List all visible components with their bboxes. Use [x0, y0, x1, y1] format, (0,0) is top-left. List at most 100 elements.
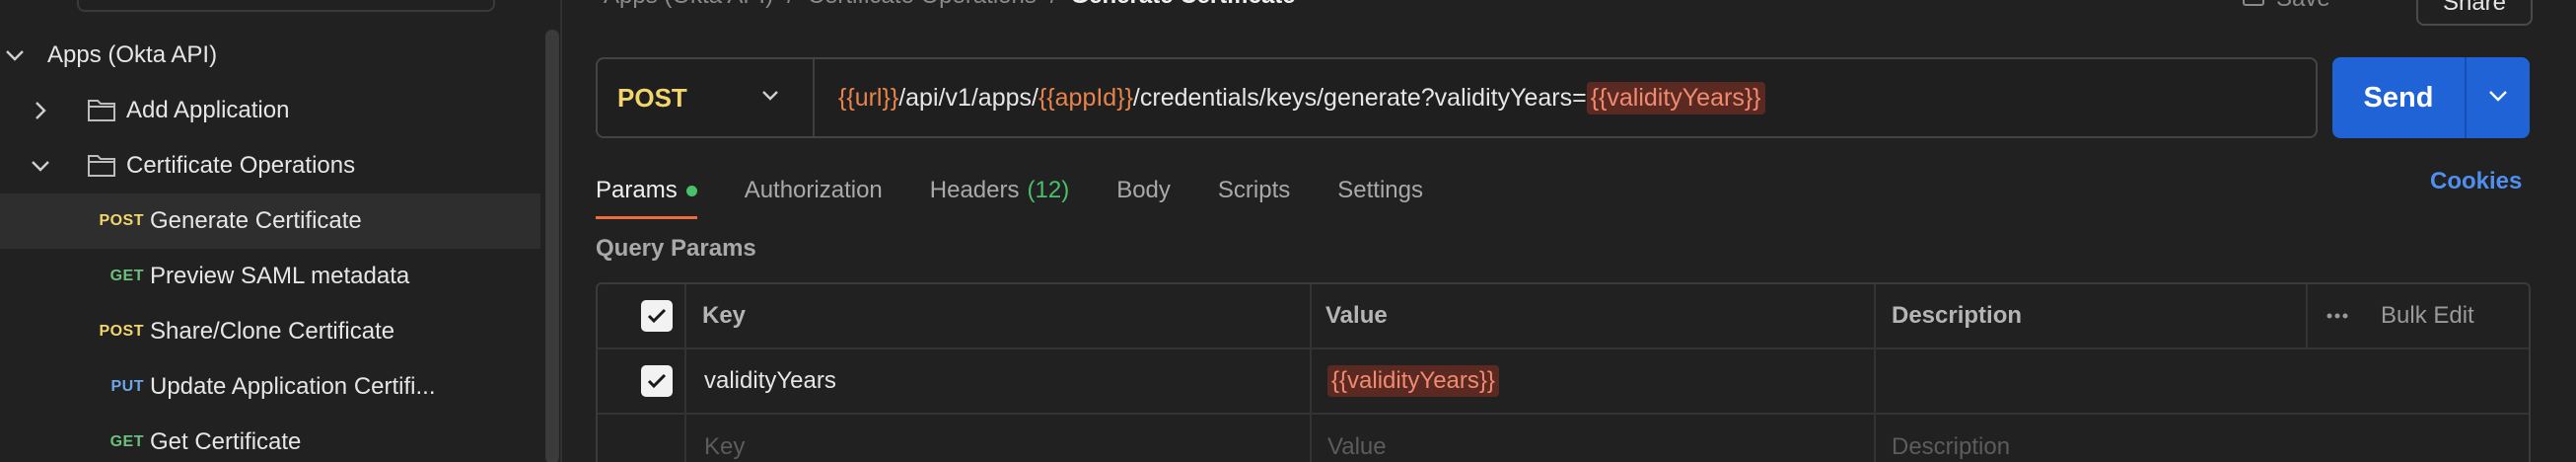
folder-label: Certificate Operations	[126, 152, 356, 179]
send-button[interactable]: Send	[2332, 57, 2467, 138]
method-value: POST	[617, 82, 687, 113]
param-value-placeholder[interactable]: Value	[1327, 415, 1387, 462]
chevron-down-icon[interactable]	[2, 42, 28, 68]
sidebar-request-get-certificate[interactable]: GET Get Certificate	[0, 415, 540, 462]
collection-label: Apps (Okta API)	[47, 41, 218, 68]
breadcrumb: Apps (Okta API) / Certificate Operations…	[604, 0, 1296, 12]
more-options-icon[interactable]	[2326, 284, 2349, 347]
url-input[interactable]: {{url}} /api/v1/apps/ {{appId}} /credent…	[815, 81, 1765, 115]
send-options-button[interactable]	[2467, 57, 2530, 138]
tab-authorization[interactable]: Authorization	[745, 166, 883, 215]
param-key-placeholder[interactable]: Key	[704, 415, 745, 462]
column-divider	[1310, 415, 1312, 462]
url-variable: {{url}}	[838, 83, 899, 112]
checkbox[interactable]	[641, 300, 673, 332]
breadcrumb-separator: /	[1050, 0, 1057, 12]
url-segment: /api/v1/apps/	[898, 83, 1038, 112]
query-params-table: Key Value Description Bulk Edit validity…	[596, 282, 2531, 462]
request-label: Update Application Certifi...	[150, 373, 436, 400]
method-badge: POST	[99, 323, 144, 340]
breadcrumb-collection[interactable]: Apps (Okta API)	[604, 0, 773, 12]
select-all-checkbox[interactable]	[641, 284, 673, 347]
column-divider	[2306, 284, 2308, 347]
sidebar-request-generate-certificate[interactable]: POST Generate Certificate	[0, 193, 540, 249]
save-icon	[2241, 0, 2266, 15]
sidebar-folder-certificate-operations[interactable]: Certificate Operations	[0, 138, 540, 193]
param-description-placeholder[interactable]: Description	[1892, 415, 2010, 462]
sidebar-request-preview-saml[interactable]: GET Preview SAML metadata	[0, 249, 540, 304]
value-variable-unresolved: {{validityYears}}	[1327, 365, 1499, 397]
column-divider	[684, 415, 686, 462]
tab-settings[interactable]: Settings	[1337, 166, 1423, 215]
checkbox[interactable]	[641, 365, 673, 397]
save-button[interactable]: Save	[2241, 0, 2330, 15]
column-divider	[1874, 349, 1876, 413]
send-button-group: Send	[2332, 57, 2530, 138]
column-header-description: Description	[1892, 302, 2023, 329]
tab-body[interactable]: Body	[1116, 166, 1171, 215]
breadcrumb-separator: /	[787, 0, 794, 12]
column-divider	[1874, 284, 1876, 347]
active-indicator-dot	[685, 185, 697, 196]
method-select[interactable]: POST	[598, 59, 815, 136]
method-badge: GET	[109, 433, 144, 450]
folder-label: Add Application	[126, 97, 290, 123]
chevron-right-icon[interactable]	[28, 98, 53, 123]
sidebar-request-update-certificate[interactable]: PUT Update Application Certifi...	[0, 359, 540, 415]
method-badge: GET	[109, 268, 144, 284]
column-divider	[1310, 349, 1312, 413]
param-value-input[interactable]: {{validityYears}}	[1327, 349, 1499, 413]
table-header-row: Key Value Description Bulk Edit	[598, 284, 2529, 349]
chevron-down-icon	[2488, 89, 2508, 107]
tab-label: Body	[1116, 177, 1171, 203]
column-divider	[684, 284, 686, 347]
request-label: Preview SAML metadata	[150, 263, 410, 289]
tab-label: Params	[596, 177, 678, 203]
sidebar-scrollbar[interactable]	[545, 30, 559, 462]
method-badge: POST	[99, 212, 144, 229]
column-divider	[1874, 415, 1876, 462]
query-params-title: Query Params	[596, 235, 756, 262]
sidebar-search-input[interactable]	[77, 0, 495, 12]
column-header-key: Key	[702, 302, 747, 329]
sidebar-collection-apps-okta[interactable]: Apps (Okta API)	[0, 28, 540, 83]
table-row-empty: Key Value Description	[598, 415, 2529, 462]
tab-label: Authorization	[744, 177, 883, 203]
param-key-input[interactable]: validityYears	[704, 349, 836, 413]
tab-headers[interactable]: Headers (12)	[930, 166, 1069, 215]
request-label: Generate Certificate	[150, 207, 362, 234]
cookies-link[interactable]: Cookies	[2430, 168, 2522, 195]
chevron-down-icon	[761, 89, 779, 107]
row-enable-checkbox[interactable]	[641, 349, 673, 413]
folder-icon	[87, 97, 118, 124]
chevron-down-icon[interactable]	[28, 153, 53, 179]
sidebar: Apps (Okta API) Add Application Certific…	[0, 0, 562, 462]
tab-scripts[interactable]: Scripts	[1218, 166, 1290, 215]
tab-label: Settings	[1337, 177, 1423, 203]
request-label: Share/Clone Certificate	[150, 318, 395, 345]
url-variable: {{appId}}	[1038, 83, 1133, 112]
tab-params[interactable]: Params	[596, 166, 697, 219]
breadcrumb-current: Generate Certificate	[1071, 0, 1296, 12]
tab-label: Headers	[929, 177, 1020, 203]
breadcrumb-folder[interactable]: Certificate Operations	[808, 0, 1037, 12]
sidebar-folder-add-application[interactable]: Add Application	[0, 83, 540, 138]
folder-icon	[87, 152, 118, 180]
column-divider	[1310, 284, 1312, 347]
headers-count: (12)	[1027, 177, 1070, 203]
request-tabs: Params Authorization Headers (12) Body S…	[596, 166, 1470, 219]
save-label: Save	[2276, 0, 2330, 13]
url-segment: /credentials/keys/generate?validityYears…	[1132, 83, 1587, 112]
request-label: Get Certificate	[150, 428, 302, 455]
url-variable-unresolved: {{validityYears}}	[1586, 81, 1765, 115]
column-header-value: Value	[1325, 302, 1388, 329]
request-editor: Apps (Okta API) / Certificate Operations…	[564, 0, 2576, 462]
url-bar: POST {{url}} /api/v1/apps/ {{appId}} /cr…	[596, 57, 2318, 138]
method-badge: PUT	[110, 378, 144, 395]
sidebar-request-share-clone[interactable]: POST Share/Clone Certificate	[0, 304, 540, 359]
column-divider	[684, 349, 686, 413]
table-row: validityYears {{validityYears}}	[598, 349, 2529, 415]
bulk-edit-button[interactable]: Bulk Edit	[2381, 284, 2474, 347]
tab-label: Scripts	[1217, 177, 1291, 203]
share-button[interactable]: Share	[2416, 0, 2533, 26]
